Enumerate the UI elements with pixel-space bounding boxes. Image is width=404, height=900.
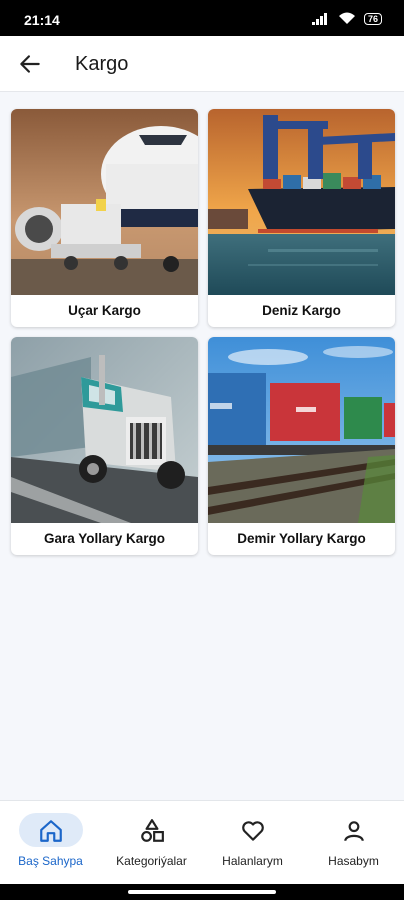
home-gesture-handle[interactable] bbox=[128, 890, 276, 894]
home-icon bbox=[39, 820, 62, 842]
category-label: Gara Yollary Kargo bbox=[43, 531, 166, 546]
category-card-sea[interactable]: Deniz Kargo bbox=[208, 109, 395, 327]
gesture-bar bbox=[0, 884, 404, 900]
category-label: Demir Yollary Kargo bbox=[237, 531, 366, 546]
system-icons: 76 bbox=[311, 12, 382, 25]
app-screen: Kargo Uçar Kargo Deniz Kargo Gara Yollar… bbox=[0, 36, 404, 884]
shapes-icon bbox=[140, 819, 164, 842]
user-icon bbox=[343, 821, 364, 842]
wifi-icon bbox=[338, 12, 355, 24]
status-time: 21:14 bbox=[24, 12, 60, 28]
nav-label: Hasabym bbox=[328, 854, 379, 868]
nav-item-favorites[interactable]: Halanlarym bbox=[202, 801, 303, 885]
nav-item-home[interactable]: Baş Sahypa bbox=[0, 801, 101, 885]
battery-icon: 76 bbox=[363, 12, 382, 25]
bottom-navigation: Baş Sahypa Kategoriýalar Halanlarym Hasa… bbox=[0, 800, 404, 884]
category-label: Uçar Kargo bbox=[68, 303, 141, 318]
category-card-road[interactable]: Gara Yollary Kargo bbox=[11, 337, 198, 555]
nav-label: Kategoriýalar bbox=[116, 854, 187, 868]
signal-icon bbox=[311, 12, 327, 25]
cargo-airplane-image bbox=[11, 109, 198, 295]
status-bar: 21:14 76 bbox=[0, 0, 404, 36]
truck-image bbox=[11, 337, 198, 523]
app-bar: Kargo bbox=[0, 36, 404, 92]
category-card-rail[interactable]: Demir Yollary Kargo bbox=[208, 337, 395, 555]
nav-item-account[interactable]: Hasabym bbox=[303, 801, 404, 885]
container-ship-image bbox=[208, 109, 395, 295]
page-title: Kargo bbox=[75, 53, 129, 75]
arrow-left-icon[interactable] bbox=[17, 51, 43, 77]
category-card-air[interactable]: Uçar Kargo bbox=[11, 109, 198, 327]
nav-label: Baş Sahypa bbox=[18, 854, 83, 868]
category-label: Deniz Kargo bbox=[262, 303, 341, 318]
freight-train-image bbox=[208, 337, 395, 523]
nav-label: Halanlarym bbox=[222, 854, 283, 868]
heart-icon bbox=[241, 821, 264, 841]
nav-item-categories[interactable]: Kategoriýalar bbox=[101, 801, 202, 885]
